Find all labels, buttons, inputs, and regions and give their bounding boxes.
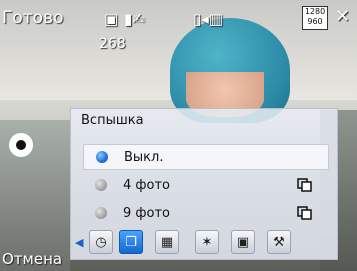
ready-label: Готово — [2, 8, 64, 28]
effect-icon[interactable]: ✶ — [195, 230, 219, 254]
resolution-bottom: 960 — [307, 17, 323, 26]
top-status-bar: Готово ▣ ▮✍ ▯◂▥ 268 1280 960 ✕ — [0, 0, 357, 58]
option-label: 9 фото — [123, 205, 170, 221]
flash-option-9[interactable]: 9 фото — [83, 201, 327, 225]
battery-icon: ▯◂▥ — [193, 10, 223, 28]
focus-target-icon[interactable] — [9, 133, 33, 157]
scene-icon[interactable]: ▣ — [231, 230, 255, 254]
option-label: 4 фото — [123, 177, 170, 193]
radio-unselected-icon — [95, 207, 107, 219]
settings-icon[interactable]: ⚒ — [267, 230, 291, 254]
timer-icon[interactable]: ◷ — [89, 230, 113, 254]
radio-selected-icon — [96, 151, 108, 163]
flash-panel: Вспышка Выкл. 4 фото 9 фото ◀ ◷ ❐ ▦ ✶ ▣ … — [70, 108, 338, 260]
burst-icon[interactable]: ❐ — [119, 230, 143, 254]
resolution-icon: 1280 960 — [302, 6, 328, 30]
shots-remaining: 268 — [99, 36, 126, 52]
flash-option-4[interactable]: 4 фото — [83, 173, 327, 197]
flash-option-off[interactable]: Выкл. — [83, 144, 329, 170]
camera-icon: ▣ — [104, 10, 119, 28]
camera-screen: Готово ▣ ▮✍ ▯◂▥ 268 1280 960 ✕ Вспышка В… — [0, 0, 357, 271]
multishot-icon — [297, 206, 312, 220]
option-label: Выкл. — [124, 149, 164, 165]
toolbar-left-arrow[interactable]: ◀ — [75, 236, 83, 249]
frame-icon[interactable]: ▦ — [155, 230, 179, 254]
radio-unselected-icon — [95, 179, 107, 191]
camera-toolbar: ◀ ◷ ❐ ▦ ✶ ▣ ⚒ — [71, 227, 337, 257]
mode-icon: ▮✍ — [124, 10, 145, 28]
focus-dot — [16, 140, 26, 150]
resolution-top: 1280 — [304, 7, 326, 16]
close-icon[interactable]: ✕ — [335, 6, 350, 27]
cancel-softkey[interactable]: Отмена — [2, 250, 62, 268]
multishot-icon — [297, 178, 312, 192]
panel-title: Вспышка — [81, 113, 144, 128]
